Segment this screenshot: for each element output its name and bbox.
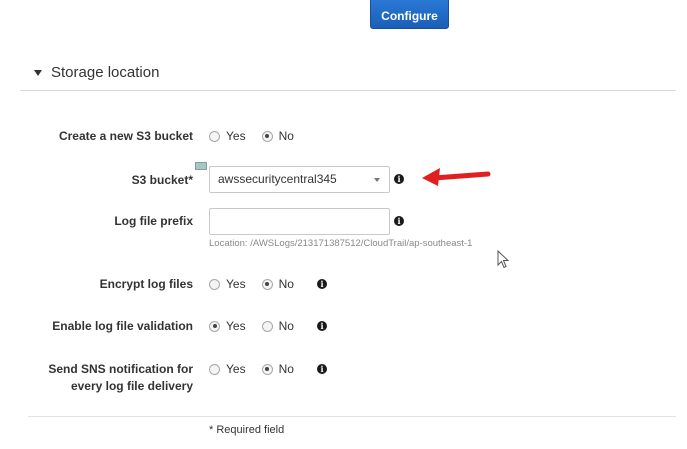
radio-label: Yes [226,277,246,291]
info-icon[interactable]: i [394,174,404,184]
caret-down-icon [34,69,42,76]
s3-bucket-label: S3 bucket* [131,173,193,187]
log-prefix-label: Log file prefix [114,214,193,228]
radio-label: Yes [226,362,246,376]
radio-label: No [278,129,294,143]
form-footer-divider [28,416,676,417]
red-arrow-annotation [422,168,491,186]
sns-radio-group: Yes No [209,362,310,376]
create-bucket-label: Create a new S3 bucket [58,129,193,143]
configure-button[interactable]: Configure [370,0,449,29]
info-icon[interactable]: i [317,321,327,331]
tag-icon [195,162,207,170]
info-icon[interactable]: i [394,216,404,226]
radio-label: Yes [226,129,246,143]
radio-label: No [278,362,294,376]
mouse-pointer-icon [497,250,510,269]
section-title: Storage location [51,64,160,81]
log-prefix-input[interactable] [209,208,390,235]
section-divider [20,90,676,91]
create-bucket-yes-radio[interactable] [209,130,220,142]
create-bucket-no-radio[interactable] [261,130,273,142]
encrypt-yes-radio[interactable] [209,278,220,290]
validation-no-radio[interactable] [261,320,273,332]
cloudtrail-storage-page: Configure Storage location Create a new … [0,0,687,449]
encrypt-no-radio[interactable] [261,278,273,290]
radio-label: No [278,277,294,291]
sns-yes-radio[interactable] [209,363,220,375]
chevron-down-icon [374,178,380,182]
create-bucket-radio-group: Yes No [209,129,310,143]
validation-yes-radio[interactable] [209,320,220,332]
validation-label: Enable log file validation [52,319,193,333]
storage-location-header[interactable]: Storage location [34,64,159,81]
required-field-note: * Required field [209,424,285,436]
validation-radio-group: Yes No [209,319,310,333]
sns-label-line2: every log file delivery [70,379,193,393]
location-hint: Location: /AWSLogs/213171387512/CloudTra… [209,238,473,249]
s3-bucket-value: awssecuritycentral345 [218,172,337,186]
encrypt-label: Encrypt log files [99,277,193,291]
sns-no-radio[interactable] [261,363,273,375]
radio-label: No [278,319,294,333]
info-icon[interactable]: i [317,364,327,374]
sns-label-line1: Send SNS notification for [48,362,193,376]
radio-label: Yes [226,319,246,333]
info-icon[interactable]: i [317,279,327,289]
encrypt-radio-group: Yes No [209,277,310,291]
s3-bucket-select[interactable]: awssecuritycentral345 [209,166,390,193]
